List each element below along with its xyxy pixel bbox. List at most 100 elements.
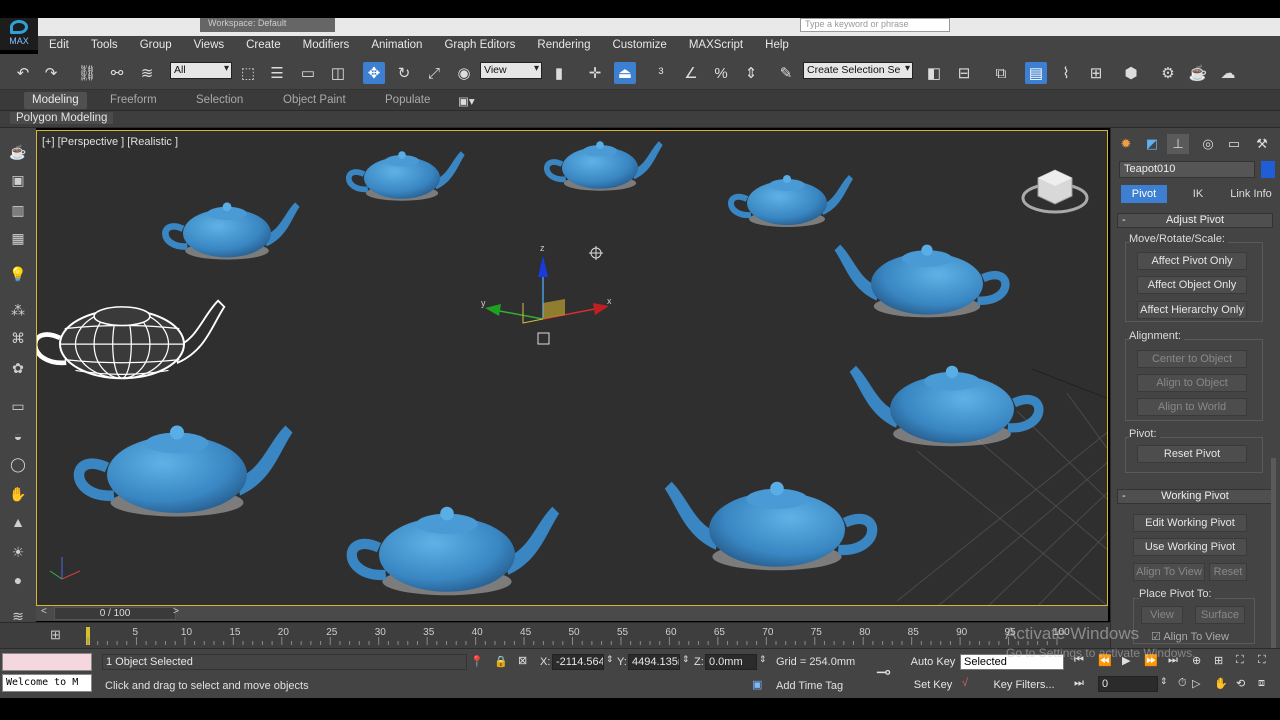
link-info-tab[interactable]: Link Info — [1225, 185, 1277, 203]
bind-spacewarp-icon[interactable]: ≋ — [136, 62, 158, 84]
menu-group[interactable]: Group — [129, 39, 183, 51]
teapot-object[interactable] — [349, 151, 465, 200]
render-production-icon[interactable]: ☁ — [1217, 62, 1239, 84]
window-crossing-icon[interactable]: ◫ — [327, 62, 349, 84]
box-icon[interactable]: ▣ — [7, 170, 29, 190]
edit-named-selection-icon[interactable]: ✎ — [775, 62, 797, 84]
reference-coord-dropdown[interactable]: View — [480, 62, 542, 79]
teapot-object[interactable] — [547, 141, 663, 190]
frame-spinner-icon[interactable]: ⇕ — [1160, 676, 1168, 687]
menu-modifiers[interactable]: Modifiers — [292, 39, 361, 51]
rendered-frame-window-icon[interactable]: ☕ — [1187, 62, 1209, 84]
time-tag-icon[interactable]: ▣ — [752, 678, 762, 691]
current-frame-input[interactable]: 0 — [1098, 676, 1158, 692]
ribbon-tab-object-paint[interactable]: Object Paint — [283, 94, 346, 106]
z-spinner-icon[interactable]: ⇕ — [759, 654, 767, 665]
add-time-tag[interactable]: Add Time Tag — [776, 680, 843, 692]
spinner-snap-icon[interactable]: ⇕ — [740, 62, 762, 84]
select-manipulate-icon[interactable]: ✛ — [584, 62, 606, 84]
percent-snap-icon[interactable]: % — [710, 62, 732, 84]
zoom-extents-all-icon[interactable]: ⛶ — [1258, 654, 1266, 667]
affect-pivot-only-button[interactable]: Affect Pivot Only — [1137, 252, 1247, 270]
workspace-selector[interactable]: Workspace: Default — [200, 18, 335, 32]
time-slider[interactable]: < 0 / 100 > — [36, 606, 1108, 621]
viewcube-icon[interactable] — [1021, 169, 1089, 214]
selected-teapot-wireframe[interactable] — [37, 299, 226, 380]
adjust-pivot-rollout[interactable]: - Adjust Pivot — [1117, 213, 1273, 228]
redo-icon[interactable]: ↷ — [40, 62, 62, 84]
use-working-pivot-button[interactable]: Use Working Pivot — [1133, 538, 1247, 556]
maxscript-listener-output[interactable] — [2, 653, 92, 671]
ribbon-options-icon[interactable]: ▣▾ — [458, 94, 475, 108]
sphere-icon[interactable]: ● — [7, 570, 29, 590]
zoom-all-icon[interactable]: ⊞ — [1214, 654, 1223, 667]
teapot-object[interactable] — [731, 175, 853, 227]
maximize-viewport-icon[interactable]: ⧈ — [1258, 677, 1265, 690]
menu-create[interactable]: Create — [235, 39, 292, 51]
menu-views[interactable]: Views — [183, 39, 235, 51]
select-object-icon[interactable]: ⬚ — [237, 62, 259, 84]
align-to-view-checkbox[interactable]: ☑ Align To View — [1151, 630, 1229, 643]
display-tab-icon[interactable]: ▭ — [1223, 134, 1245, 154]
search-input[interactable]: Type a keyword or phrase — [800, 18, 950, 32]
place-surface-button[interactable]: Surface — [1195, 606, 1245, 624]
ribbon-tab-populate[interactable]: Populate — [385, 94, 430, 106]
ik-tab[interactable]: IK — [1175, 185, 1221, 203]
particles-icon[interactable]: ⁂ — [7, 300, 29, 320]
key-filters-button[interactable]: Key Filters... — [982, 676, 1066, 694]
rotate-icon[interactable]: ↻ — [393, 62, 415, 84]
create-tab-icon[interactable]: ✹ — [1115, 134, 1137, 154]
zoom-extents-icon[interactable]: ⛶ — [1236, 654, 1244, 667]
mirror-icon[interactable]: ◧ — [923, 62, 945, 84]
snaps-toggle-icon[interactable]: ³ — [650, 62, 672, 84]
viewport-label[interactable]: [+] [Perspective ] [Realistic ] — [42, 136, 178, 148]
maxscript-listener-input[interactable]: Welcome to M — [2, 674, 92, 692]
object-name-field[interactable]: Teapot010 — [1119, 161, 1255, 178]
time-slider-thumb[interactable]: 0 / 100 — [54, 607, 176, 620]
time-config-icon[interactable]: ⏱ — [1178, 677, 1187, 690]
y-spinner-icon[interactable]: ⇕ — [682, 654, 690, 665]
grid-icon[interactable]: ▦ — [7, 228, 29, 248]
teapot-object[interactable] — [79, 426, 293, 517]
set-key-mode-icon[interactable]: √ — [962, 677, 968, 689]
layer-explorer-icon[interactable]: ▤ — [1025, 62, 1047, 84]
menu-rendering[interactable]: Rendering — [526, 39, 601, 51]
isolate-icon[interactable]: 📍 — [470, 655, 484, 668]
x-spinner-icon[interactable]: ⇕ — [606, 654, 614, 665]
teapot-object[interactable] — [665, 482, 872, 570]
time-next-icon[interactable]: > — [173, 606, 179, 617]
time-prev-icon[interactable]: < — [41, 606, 47, 617]
field-of-view-icon[interactable]: ▷ — [1192, 677, 1200, 690]
material-editor-icon[interactable]: ⬢ — [1120, 62, 1142, 84]
pan-icon[interactable]: ✋ — [1214, 677, 1228, 690]
align-to-world-button[interactable]: Align to World — [1137, 398, 1247, 416]
pivot-tab[interactable]: Pivot — [1121, 185, 1167, 203]
affect-object-only-button[interactable]: Affect Object Only — [1137, 276, 1247, 294]
hierarchy-tab-icon[interactable]: ⊥ — [1167, 134, 1189, 154]
center-to-object-button[interactable]: Center to Object — [1137, 350, 1247, 368]
mini-curve-editor-icon[interactable]: ⊞ — [50, 627, 61, 643]
edit-working-pivot-button[interactable]: Edit Working Pivot — [1133, 514, 1247, 532]
unlink-icon[interactable]: ⚯ — [106, 62, 128, 84]
motion-tab-icon[interactable]: ◎ — [1197, 134, 1219, 154]
object-color-swatch[interactable] — [1261, 161, 1275, 178]
y-coord-input[interactable]: 4494.135m — [628, 654, 680, 670]
utilities-tab-icon[interactable]: ⚒ — [1251, 134, 1273, 154]
menu-animation[interactable]: Animation — [360, 39, 433, 51]
render-setup-icon[interactable]: ⚙ — [1157, 62, 1179, 84]
ribbon-tab-modeling[interactable]: Modeling — [24, 92, 87, 109]
panel-scrollbar[interactable] — [1271, 458, 1276, 648]
toggle-scene-explorer-icon[interactable]: ⧉ — [990, 62, 1012, 84]
place-icon[interactable]: ◉ — [453, 62, 475, 84]
teapot-object[interactable] — [850, 366, 1039, 447]
set-key-button[interactable]: Set Key — [908, 676, 958, 694]
key-icon[interactable]: ⊸ — [876, 662, 891, 683]
hemisphere-icon[interactable]: ◒ — [7, 426, 29, 446]
keyboard-shortcut-override-icon[interactable]: ⏏ — [614, 62, 636, 84]
select-by-name-icon[interactable]: ☰ — [266, 62, 288, 84]
auto-key-button[interactable]: Auto Key — [908, 653, 958, 671]
teapot-object[interactable] — [165, 202, 299, 259]
sun-icon[interactable]: ☀ — [7, 542, 29, 562]
pivot-center-icon[interactable]: ▮ — [548, 62, 570, 84]
lock-icon[interactable]: 🔒 — [494, 655, 508, 668]
